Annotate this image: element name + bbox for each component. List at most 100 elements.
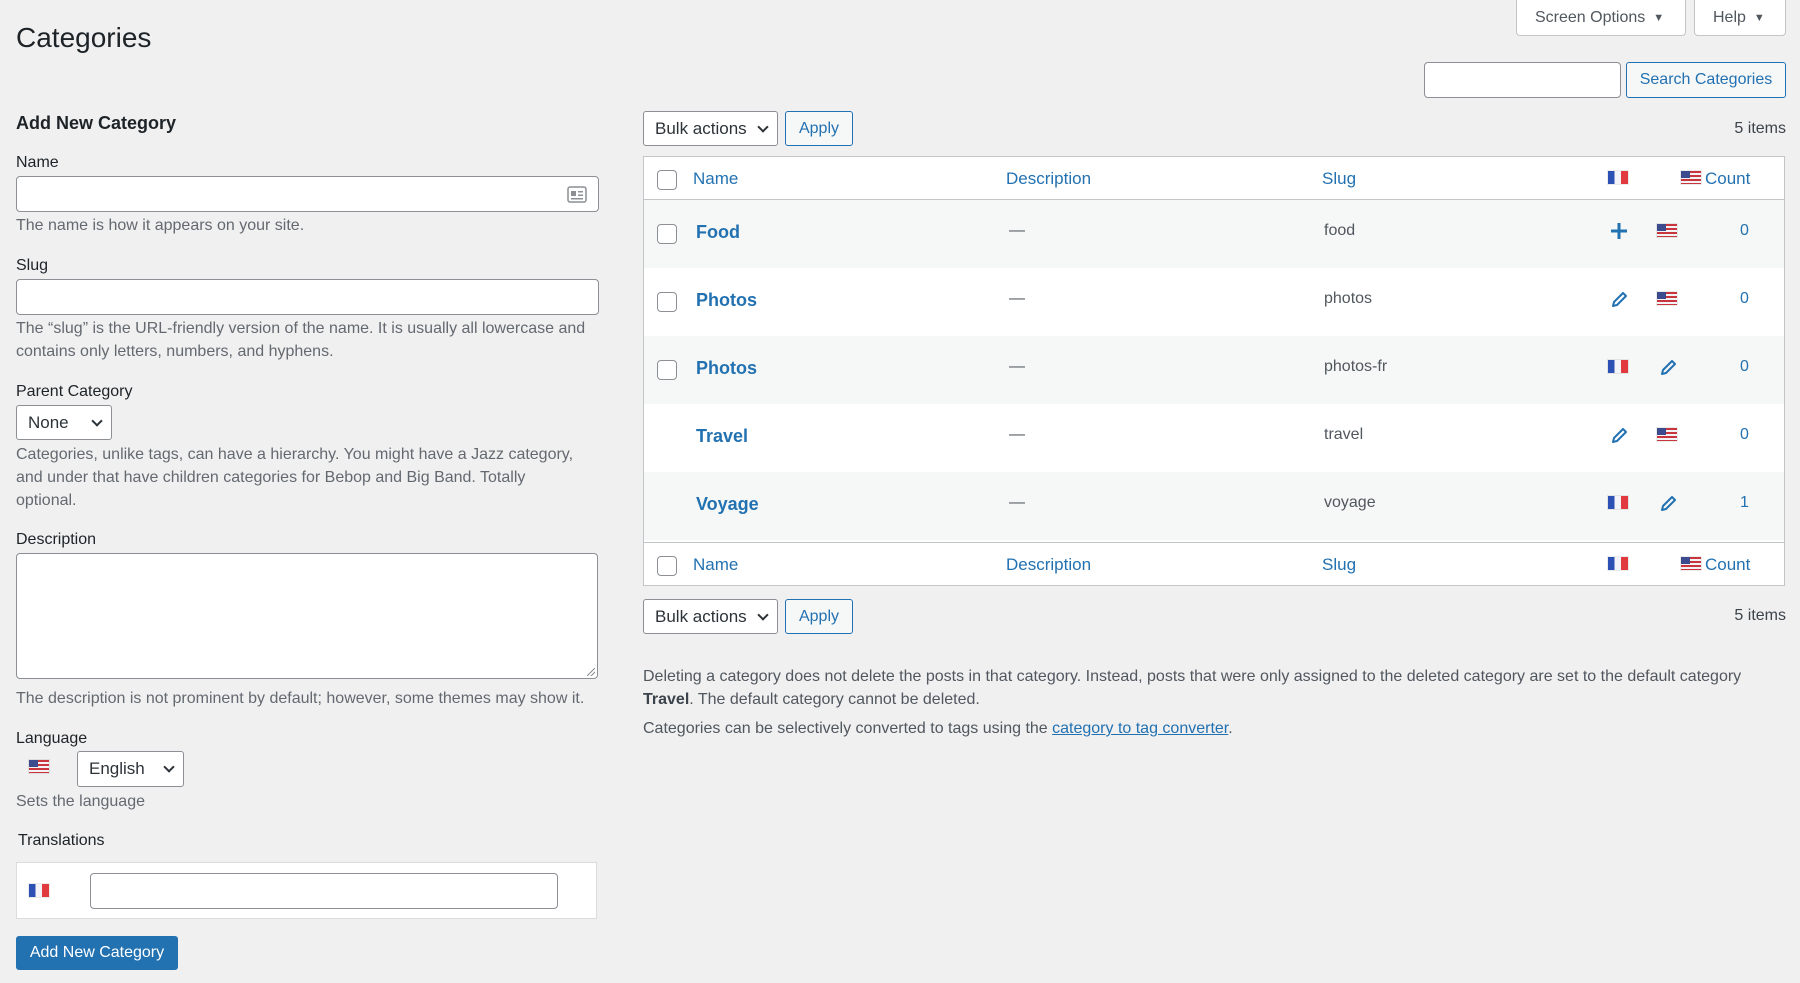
column-description[interactable]: Description bbox=[1006, 169, 1091, 189]
default-category-name: Travel bbox=[643, 691, 690, 708]
page-title: Categories bbox=[16, 22, 152, 53]
slug-label: Slug bbox=[16, 257, 49, 274]
fr-flag-icon bbox=[29, 884, 49, 897]
us-flag-icon bbox=[29, 760, 49, 773]
select-all-checkbox[interactable] bbox=[657, 170, 677, 190]
row-count[interactable]: 0 bbox=[1740, 290, 1749, 308]
translations-label: Translations bbox=[18, 832, 105, 849]
column-name[interactable]: Name bbox=[693, 555, 738, 575]
name-help: The name is how it appears on your site. bbox=[16, 217, 305, 234]
converter-note-prefix: Categories can be selectively converted … bbox=[643, 720, 1053, 737]
parent-help-line-3: optional. bbox=[16, 492, 77, 509]
contact-card-icon bbox=[567, 186, 587, 203]
fr-flag-icon bbox=[1608, 557, 1628, 570]
bulk-actions-select-top[interactable]: Bulk actions bbox=[643, 111, 778, 146]
row-checkbox[interactable] bbox=[657, 292, 677, 312]
fr-flag-icon bbox=[1608, 171, 1628, 184]
bulk-actions-label: Bulk actions bbox=[655, 606, 747, 626]
chevron-down-icon bbox=[91, 414, 103, 427]
slug-help-line-1: The “slug” is the URL-friendly version o… bbox=[16, 320, 586, 337]
delete-note-line-2: Travel. The default category cannot be d… bbox=[643, 688, 980, 711]
translation-fr-input[interactable] bbox=[90, 873, 558, 909]
column-count[interactable]: Count bbox=[1705, 555, 1750, 575]
table-row: Food — food 0 bbox=[644, 200, 1784, 268]
column-name[interactable]: Name bbox=[693, 169, 738, 189]
parent-category-label: Parent Category bbox=[16, 383, 133, 400]
row-checkbox[interactable] bbox=[657, 360, 677, 380]
form-heading: Add New Category bbox=[16, 113, 177, 133]
delete-note-line-2-rest: . The default category cannot be deleted… bbox=[689, 691, 980, 708]
delete-note: Deleting a category does not delete the … bbox=[643, 665, 1793, 688]
row-slug: photos-fr bbox=[1324, 358, 1388, 375]
row-name-link[interactable]: Photos bbox=[696, 290, 757, 311]
language-select[interactable]: English bbox=[77, 751, 184, 787]
row-slug: travel bbox=[1324, 426, 1364, 443]
us-flag-icon bbox=[1681, 171, 1702, 184]
fr-flag-icon bbox=[1608, 496, 1628, 509]
chevron-down-icon bbox=[757, 120, 769, 133]
name-label: Name bbox=[16, 154, 59, 171]
row-name-link[interactable]: Travel bbox=[696, 426, 748, 447]
pencil-edit-icon[interactable] bbox=[1611, 291, 1628, 308]
row-slug: voyage bbox=[1324, 494, 1376, 511]
parent-help-line-2: and under that have children categories … bbox=[16, 469, 526, 486]
row-name-link[interactable]: Voyage bbox=[696, 494, 759, 515]
table-row: Voyage — voyage 1 bbox=[644, 472, 1784, 540]
category-to-tag-converter-link[interactable]: category to tag converter bbox=[1052, 720, 1228, 737]
pencil-edit-icon[interactable] bbox=[1611, 427, 1628, 444]
column-description[interactable]: Description bbox=[1006, 555, 1091, 575]
description-help: The description is not prominent by defa… bbox=[16, 690, 585, 707]
language-value: English bbox=[89, 759, 145, 778]
row-description: — bbox=[1009, 426, 1025, 443]
parent-category-select[interactable]: None bbox=[16, 405, 112, 440]
table-row: Photos — photos-fr 0 bbox=[644, 336, 1784, 404]
row-count[interactable]: 1 bbox=[1740, 494, 1749, 512]
description-textarea[interactable] bbox=[16, 553, 598, 679]
categories-table: Name Description Slug Count Food — food … bbox=[643, 156, 1785, 586]
pencil-edit-icon[interactable] bbox=[1660, 359, 1677, 376]
us-flag-icon bbox=[1657, 224, 1677, 237]
pencil-edit-icon[interactable] bbox=[1660, 495, 1677, 512]
add-new-category-button[interactable]: Add New Category bbox=[16, 936, 178, 970]
column-slug[interactable]: Slug bbox=[1322, 169, 1356, 189]
row-checkbox[interactable] bbox=[657, 224, 677, 244]
column-slug[interactable]: Slug bbox=[1322, 555, 1356, 575]
row-slug: photos bbox=[1324, 290, 1373, 307]
search-categories-button[interactable]: Search Categories bbox=[1626, 62, 1786, 98]
screen-options-button[interactable]: Screen Options ▼ bbox=[1516, 0, 1686, 36]
translations-box bbox=[16, 862, 597, 919]
row-slug: food bbox=[1324, 222, 1356, 239]
apply-button-bottom[interactable]: Apply bbox=[785, 599, 853, 634]
resize-handle-icon[interactable] bbox=[587, 668, 595, 676]
language-help: Sets the language bbox=[16, 793, 145, 810]
apply-button-top[interactable]: Apply bbox=[785, 111, 853, 146]
row-name-link[interactable]: Photos bbox=[696, 358, 757, 379]
table-header: Name Description Slug Count bbox=[644, 157, 1784, 200]
help-button[interactable]: Help ▼ bbox=[1694, 0, 1786, 36]
us-flag-icon bbox=[1657, 428, 1677, 441]
language-label: Language bbox=[16, 730, 88, 747]
name-field[interactable] bbox=[16, 176, 599, 212]
row-count[interactable]: 0 bbox=[1740, 222, 1749, 240]
help-label: Help bbox=[1713, 8, 1746, 26]
row-description: — bbox=[1009, 358, 1025, 375]
add-translation-icon[interactable] bbox=[1611, 223, 1627, 239]
description-label: Description bbox=[16, 531, 97, 548]
select-all-checkbox-footer[interactable] bbox=[657, 556, 677, 576]
caret-down-icon: ▼ bbox=[1753, 11, 1765, 24]
row-name-link[interactable]: Food bbox=[696, 222, 740, 243]
bulk-actions-select-bottom[interactable]: Bulk actions bbox=[643, 599, 778, 634]
column-count[interactable]: Count bbox=[1705, 169, 1750, 189]
parent-category-value: None bbox=[28, 412, 69, 432]
bulk-actions-label: Bulk actions bbox=[655, 118, 747, 138]
items-count-top: 5 items bbox=[1734, 120, 1786, 137]
us-flag-icon bbox=[1681, 557, 1702, 570]
table-row: Photos — photos 0 bbox=[644, 268, 1784, 336]
search-input[interactable] bbox=[1424, 62, 1621, 98]
converter-note: Categories can be selectively converted … bbox=[643, 717, 1233, 740]
row-count[interactable]: 0 bbox=[1740, 358, 1749, 376]
slug-help-line-2: contains only letters, numbers, and hyph… bbox=[16, 343, 334, 360]
chevron-down-icon bbox=[757, 608, 769, 621]
slug-field[interactable] bbox=[16, 279, 599, 315]
row-count[interactable]: 0 bbox=[1740, 426, 1749, 444]
